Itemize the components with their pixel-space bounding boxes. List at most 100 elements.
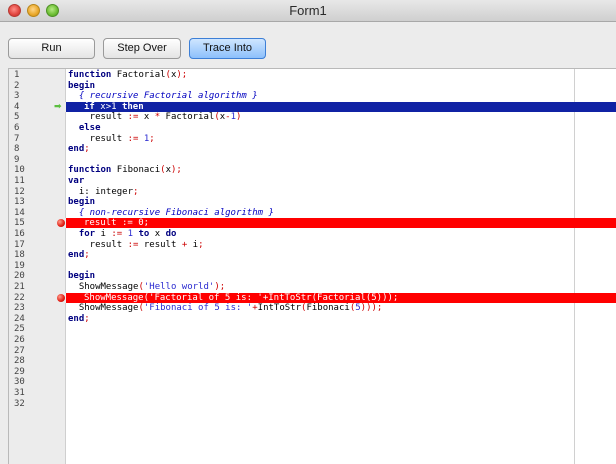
- line-number: 22: [14, 292, 25, 303]
- code-token: { recursive Factorial algorithm }: [68, 91, 258, 102]
- code-line[interactable]: 2 begin: [9, 81, 616, 91]
- run-button[interactable]: Run: [8, 38, 95, 59]
- line-number: 1: [14, 70, 20, 80]
- code-token: end: [68, 313, 85, 324]
- code-text: result := result + i;: [68, 240, 204, 250]
- code-token: ;: [84, 250, 90, 261]
- code-token: :=: [127, 239, 139, 250]
- code-token: end: [68, 250, 85, 261]
- code-token: 'Factorial of 5 is: ': [149, 292, 263, 303]
- code-token: Factorial: [317, 292, 366, 303]
- code-line[interactable]: 13 begin: [9, 197, 616, 207]
- line-number: 13: [14, 197, 25, 208]
- code-line[interactable]: 16 for i := 1 to x do: [9, 229, 616, 239]
- code-token: ;: [149, 133, 155, 144]
- code-text: for i := 1 to x do: [68, 229, 177, 239]
- line-number: 12: [14, 186, 25, 197]
- code-token: do: [165, 229, 177, 239]
- code-token: begin: [68, 197, 96, 208]
- code-line[interactable]: 26: [9, 335, 616, 345]
- code-token: :=: [127, 133, 139, 144]
- code-line[interactable]: 27: [9, 346, 616, 356]
- code-token: 0: [132, 218, 144, 229]
- code-line-current[interactable]: 4 ➡ if x>1 then: [9, 101, 616, 112]
- code-line[interactable]: 25: [9, 324, 616, 334]
- code-line[interactable]: 23 ShowMessage('Fibonaci of 5 is: '+IntT…: [9, 303, 616, 313]
- line-number: 19: [14, 260, 25, 271]
- window-title: Form1: [289, 3, 327, 18]
- line-number: 28: [14, 356, 25, 367]
- code-token: for: [68, 229, 96, 239]
- code-token: i: [95, 229, 112, 239]
- code-line[interactable]: 31: [9, 388, 616, 398]
- line-number: 23: [14, 303, 25, 314]
- code-line-breakpoint[interactable]: 15 result := 0;: [9, 218, 616, 229]
- code-line[interactable]: 6 else: [9, 123, 616, 133]
- code-token: :=: [121, 218, 133, 229]
- code-line[interactable]: 18 end;: [9, 250, 616, 260]
- code-text: if x>1 then: [84, 102, 144, 112]
- step-over-button[interactable]: Step Over: [103, 38, 181, 59]
- code-line[interactable]: 5 result := x * Factorial(x-1): [9, 112, 616, 122]
- line-number: 2: [14, 80, 20, 91]
- code-line[interactable]: 20 begin: [9, 271, 616, 281]
- code-token: 1: [138, 133, 150, 144]
- code-line[interactable]: 8 end;: [9, 144, 616, 154]
- code-text: result := 0;: [84, 218, 149, 228]
- code-text: result := x * Factorial(x-1): [68, 112, 242, 123]
- code-line[interactable]: 9: [9, 155, 616, 165]
- code-token: function: [68, 70, 112, 80]
- code-text: result := 1;: [68, 134, 155, 144]
- code-token: var: [68, 176, 85, 186]
- line-number: 27: [14, 345, 25, 356]
- trace-into-button[interactable]: Trace Into: [189, 38, 266, 59]
- code-line[interactable]: 11 var: [9, 176, 616, 186]
- code-token: ;: [143, 218, 150, 229]
- code-text: ShowMessage('Hello world');: [68, 282, 225, 292]
- code-token: Fibonaci: [306, 303, 350, 314]
- code-line[interactable]: 30: [9, 377, 616, 387]
- line-number: 10: [14, 165, 25, 176]
- code-line[interactable]: 28: [9, 356, 616, 366]
- code-line[interactable]: 29: [9, 367, 616, 377]
- code-token: function: [68, 165, 112, 176]
- code-line[interactable]: 24 end;: [9, 314, 616, 324]
- code-text: begin: [68, 271, 95, 281]
- code-line[interactable]: 10 function Fibonaci(x);: [9, 165, 616, 175]
- code-line[interactable]: 1 function Factorial(x);: [9, 70, 616, 80]
- code-text: else: [68, 123, 101, 133]
- line-number: 29: [14, 366, 25, 377]
- code-token: i: [187, 239, 199, 250]
- code-line[interactable]: 19: [9, 261, 616, 271]
- code-text: { recursive Factorial algorithm }: [68, 91, 258, 101]
- code-token: IntToStr: [257, 303, 302, 314]
- code-line[interactable]: 21 ShowMessage('Hello world');: [9, 282, 616, 292]
- code-line[interactable]: 32: [9, 399, 616, 409]
- code-line[interactable]: 7 result := 1;: [9, 134, 616, 144]
- code-token: ShowMessage: [68, 303, 139, 314]
- code-text: function Fibonaci(x);: [68, 165, 182, 175]
- code-token: );: [176, 70, 188, 80]
- code-token: );: [170, 165, 182, 176]
- code-token: Factorial: [160, 112, 215, 123]
- line-number: 20: [14, 271, 25, 282]
- line-number: 8: [14, 144, 20, 155]
- code-text: ShowMessage('Factorial of 5 is: '+IntToS…: [84, 293, 398, 303]
- breakpoint-dot-icon[interactable]: [57, 293, 65, 302]
- line-number: 26: [14, 335, 25, 345]
- code-line[interactable]: 3 { recursive Factorial algorithm }: [9, 91, 616, 101]
- line-number: 5: [14, 112, 20, 123]
- code-line-breakpoint[interactable]: 22 ShowMessage('Factorial of 5 is: '+IntT…: [9, 292, 616, 303]
- code-text: i: integer;: [68, 186, 139, 197]
- code-editor[interactable]: 1 function Factorial(x); 2 begin 3 { recursi…: [8, 68, 616, 464]
- code-token: begin: [68, 80, 96, 91]
- code-line[interactable]: 17 result := result + i;: [9, 240, 616, 250]
- code-token: to: [133, 229, 150, 239]
- line-number: 9: [14, 154, 20, 165]
- code-line[interactable]: 14 { non-recursive Fibonaci algorithm }: [9, 208, 616, 218]
- code-token: i: integer: [68, 186, 134, 197]
- line-number: 32: [14, 398, 25, 409]
- code-text: begin: [68, 81, 95, 91]
- code-line[interactable]: 12 i: integer;: [9, 187, 616, 197]
- code-token: result: [68, 239, 128, 250]
